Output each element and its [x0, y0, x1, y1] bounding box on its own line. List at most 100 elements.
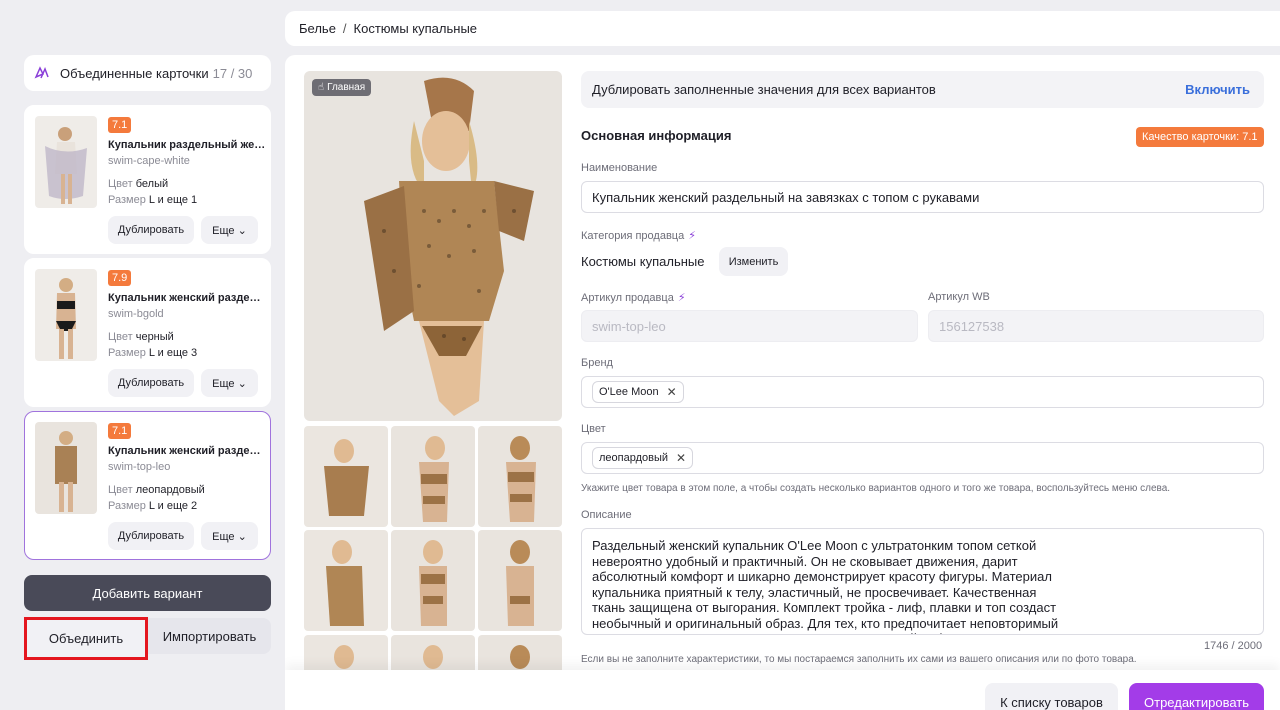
quality-badge: 7.9 — [108, 270, 132, 286]
variant-color-value: леопардовый — [135, 484, 205, 496]
variant-thumbnail — [35, 116, 97, 208]
more-dropdown[interactable]: Еще ⌄ — [201, 369, 258, 397]
variant-sku: swim-bgold — [108, 308, 164, 320]
merged-cards-header[interactable]: Объединенные карточки 17 / 30 — [24, 55, 271, 91]
description-label-text: Описание — [581, 509, 632, 521]
name-field[interactable]: Купальник женский раздельный на завязках… — [581, 181, 1264, 213]
sparkle-icon: ⚡ — [688, 230, 696, 242]
main-photo[interactable] — [304, 71, 562, 421]
variant-size: Размер L и еще 1 — [108, 194, 197, 206]
wb-sku-field: 156127538 — [928, 310, 1264, 342]
chevron-down-icon: ⌄ — [237, 377, 247, 390]
variant-thumbnail — [35, 422, 97, 514]
variant-color: Цвет черный — [108, 331, 174, 343]
color-field[interactable]: леопардовый ✕ — [581, 442, 1264, 474]
variant-color-label: Цвет — [108, 484, 133, 496]
char-counter: 1746 / 2000 — [1204, 640, 1263, 652]
more-dropdown[interactable]: Еще ⌄ — [201, 216, 258, 244]
enable-link[interactable]: Включить — [1185, 82, 1250, 97]
close-icon[interactable]: ✕ — [667, 385, 677, 399]
variant-name: Купальник раздельный женск... — [108, 139, 266, 151]
duplicate-values-bar: Дублировать заполненные значения для все… — [581, 71, 1264, 108]
breadcrumb-item[interactable]: Костюмы купальные — [354, 21, 477, 36]
merge-icon — [34, 66, 49, 79]
variant-thumbnail — [35, 269, 97, 361]
gallery-thumbnail[interactable] — [478, 530, 562, 631]
more-label: Еще — [212, 377, 235, 390]
gallery-thumbnail[interactable] — [304, 530, 388, 631]
variant-card[interactable]: 7.1 Купальник раздельный женск... swim-c… — [24, 105, 271, 254]
category-label: Категория продавца ⚡ — [581, 229, 696, 243]
close-icon[interactable]: ✕ — [676, 451, 686, 465]
change-category-button[interactable]: Изменить — [719, 247, 788, 276]
name-field-value: Купальник женский раздельный на завязках… — [592, 189, 980, 205]
variant-size: Размер L и еще 3 — [108, 347, 197, 359]
quality-badge: 7.1 — [108, 423, 132, 439]
import-button[interactable]: Импортировать — [148, 618, 271, 654]
sparkle-icon: ⚡ — [677, 292, 686, 304]
description-textarea[interactable]: Раздельный женский купальник O'Lee Moon … — [581, 528, 1264, 635]
variant-sku: swim-cape-white — [108, 155, 190, 167]
duplicate-button[interactable]: Дублировать — [108, 369, 194, 397]
merged-cards-count: 17 / 30 — [212, 65, 253, 81]
duplicate-values-text: Дублировать заполненные значения для все… — [592, 82, 936, 97]
duplicate-button[interactable]: Дублировать — [108, 216, 194, 244]
color-label-text: Цвет — [581, 423, 606, 435]
variant-sku: swim-top-leo — [108, 461, 171, 473]
duplicate-button[interactable]: Дублировать — [108, 522, 194, 550]
wb-sku-label: Артикул WB — [928, 291, 990, 303]
brand-label-text: Бренд — [581, 357, 613, 369]
variant-size-value: L и еще 2 — [148, 500, 198, 512]
card-quality-badge: Качество карточки: 7.1 — [1136, 127, 1264, 147]
description-text: Раздельный женский купальник O'Lee Moon … — [592, 538, 1059, 634]
breadcrumb-item[interactable]: Белье — [299, 21, 336, 36]
gallery-thumbnail[interactable] — [391, 426, 475, 527]
variant-card[interactable]: 7.9 Купальник женский раздель... swim-bg… — [24, 258, 271, 407]
more-dropdown[interactable]: Еще ⌄ — [201, 522, 258, 550]
edit-button[interactable]: Отредактировать — [1129, 683, 1264, 710]
description-label: Описание — [581, 509, 632, 521]
variant-size: Размер L и еще 2 — [108, 500, 197, 512]
color-chip-label: леопардовый — [599, 452, 669, 464]
add-variant-button[interactable]: Добавить вариант — [24, 575, 271, 611]
variant-card-selected[interactable]: 7.1 Купальник женский раздель... swim-to… — [24, 411, 271, 560]
variant-size-value: L и еще 3 — [148, 347, 198, 359]
brand-label: Бренд — [581, 357, 613, 369]
wb-sku-label-text: Артикул WB — [928, 291, 990, 303]
variant-color-label: Цвет — [108, 178, 133, 190]
gallery-thumbnail[interactable] — [304, 426, 388, 527]
breadcrumb-separator: / — [342, 21, 347, 36]
color-hint: Укажите цвет товара в этом поле, а чтобы… — [581, 483, 1171, 494]
brand-chip: O'Lee Moon ✕ — [592, 381, 684, 403]
more-label: Еще — [212, 224, 235, 237]
color-label: Цвет — [581, 423, 606, 435]
seller-sku-label-text: Артикул продавца — [581, 291, 674, 304]
main-photo-tag: ☝ Главная — [312, 79, 372, 96]
gallery-thumbnail[interactable] — [478, 426, 562, 527]
variant-size-value: L и еще 1 — [148, 194, 198, 206]
main-photo-tag-label: Главная — [327, 82, 366, 93]
variant-name: Купальник женский раздель... — [108, 292, 266, 304]
name-label: Наименование — [581, 162, 657, 174]
quality-badge: 7.1 — [108, 117, 132, 133]
back-to-list-button[interactable]: К списку товаров — [985, 683, 1118, 710]
variant-size-label: Размер — [108, 194, 146, 206]
color-chip: леопардовый ✕ — [592, 447, 694, 469]
variant-size-label: Размер — [108, 500, 146, 512]
wb-sku-value: 156127538 — [939, 318, 1005, 334]
seller-sku-label: Артикул продавца ⚡ — [581, 291, 686, 305]
combine-button[interactable]: Объединить — [24, 617, 148, 660]
breadcrumb: Белье / Костюмы купальные — [285, 11, 1280, 46]
more-label: Еще — [212, 530, 235, 543]
product-editor: ☝ Главная Дублировать заполненные значен… — [285, 55, 1280, 710]
seller-sku-field: swim-top-leo — [581, 310, 918, 342]
brand-field[interactable]: O'Lee Moon ✕ — [581, 376, 1264, 408]
variant-color: Цвет леопардовый — [108, 484, 205, 496]
chevron-down-icon: ⌄ — [237, 530, 247, 543]
seller-sku-value: swim-top-leo — [592, 318, 666, 334]
merged-cards-title: Объединенные карточки — [60, 65, 209, 81]
section-title: Основная информация — [581, 128, 732, 143]
chevron-down-icon: ⌄ — [237, 224, 247, 237]
variant-color-value: черный — [135, 331, 174, 343]
gallery-thumbnail[interactable] — [391, 530, 475, 631]
